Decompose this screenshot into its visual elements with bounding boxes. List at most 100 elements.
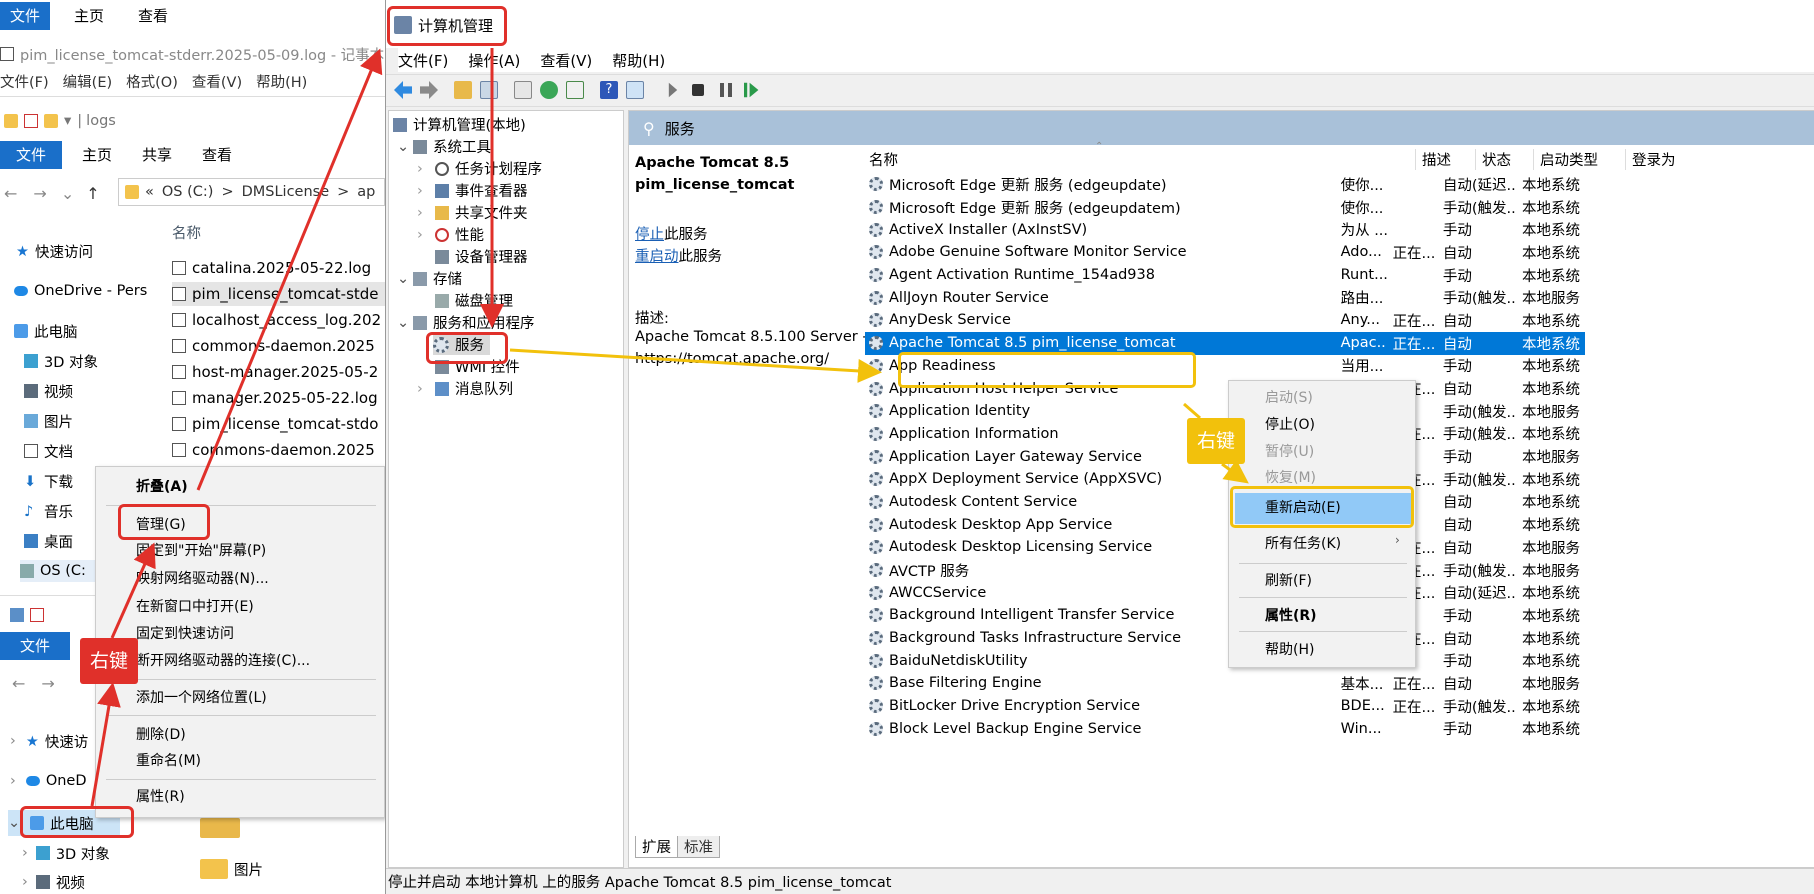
table-row[interactable]: Autodesk Content ServiceAuto...自动本地系统 [865,491,1585,514]
breadcrumb-0[interactable]: « [145,184,154,200]
expand-icon[interactable]: › [22,874,28,890]
list-item[interactable]: catalina.2025-05-22.log [172,256,385,280]
forward-icon[interactable]: → [33,184,46,203]
checkbox-icon[interactable] [30,608,44,622]
menu-all-tasks[interactable]: 所有任务(K) [1229,529,1415,560]
restart-service-icon[interactable] [744,82,759,98]
notepad-menu-file[interactable]: 文件(F) [0,71,49,92]
table-row[interactable]: Background Tasks Infrastructure Service控… [865,627,1585,650]
back-arrow-icon[interactable] [394,81,412,99]
notepad-menu-help[interactable]: 帮助(H) [256,71,307,92]
view-icon[interactable] [626,81,644,99]
nav-documents[interactable]: 文档 [24,440,73,462]
restart-service-link[interactable]: 重启动 [635,249,679,265]
menu-action[interactable]: 操作(A) [468,50,520,71]
collapse-icon[interactable]: ⌄ [8,815,20,831]
dropdown-icon[interactable]: ▾ [64,113,71,129]
table-row[interactable]: Background Intelligent Transfer Service使… [865,604,1585,627]
table-row[interactable]: Microsoft Edge 更新 服务 (edgeupdate) 使你... 自动… [865,173,1585,196]
col-logon-as[interactable]: 登录为 [1626,149,1706,170]
tree-performance[interactable]: › 性能 [417,225,484,245]
tree-task-scheduler[interactable]: › 任务计划程序 [417,159,542,179]
tab-file[interactable]: 文件 [0,2,51,30]
checkbox-icon[interactable] [24,114,38,128]
collapse-icon[interactable]: ⌄ [397,271,413,287]
table-row[interactable]: Microsoft Edge 更新 服务 (edgeupdatem) 使你... 手… [865,196,1585,219]
stop-service-icon[interactable] [692,84,704,96]
address-bar[interactable]: « OS (C:) > DMSLicense > ap [118,178,385,206]
nav-quick-access-2[interactable]: › ★ 快速访 [10,730,88,752]
expand-icon[interactable]: › [417,161,435,177]
table-row[interactable]: Agent Activation Runtime_154ad938 Runt...… [865,264,1585,287]
nav-3d-objects[interactable]: 3D 对象 [24,350,98,372]
refresh-icon[interactable] [540,81,558,99]
tree-event-viewer[interactable]: › 事件查看器 [417,181,528,201]
nav-quick-access[interactable]: ★ 快速访问 [16,240,93,262]
tree-services-apps[interactable]: ⌄ 服务和应用程序 [397,313,535,333]
notepad-menu-edit[interactable]: 编辑(E) [63,71,112,92]
list-item[interactable]: localhost_access_log.202 [172,308,385,332]
table-row[interactable]: AWCCServiceAlien...正在...自动(延迟...本地系统 [865,581,1585,604]
breadcrumb-3[interactable]: ap [357,184,375,200]
tree-root[interactable]: 计算机管理(本地) [393,115,526,135]
nav-pictures[interactable]: 图片 [24,410,73,432]
tab-home[interactable]: 主页 [64,2,114,30]
menu-refresh[interactable]: 刷新(F) [1229,566,1312,597]
expand-icon[interactable]: › [417,381,435,397]
notepad-menu-format[interactable]: 格式(O) [126,71,178,92]
menu-collapse[interactable]: 折叠(A) [96,475,188,499]
col-description[interactable]: 描述 [1416,148,1476,170]
nav-videos-2[interactable]: › 视频 [22,872,85,892]
tree-storage[interactable]: ⌄ 存储 [397,269,462,289]
menu-view[interactable]: 查看(V) [540,50,592,71]
table-row[interactable]: AVCTP 服务这是...正在...手动(触发...本地服务 [865,559,1585,582]
properties-icon[interactable] [514,81,532,99]
expand-icon[interactable]: › [10,773,16,789]
tree-disk-management[interactable]: 磁盘管理 [435,291,513,311]
show-hide-tree-icon[interactable] [480,81,498,99]
collapse-icon[interactable]: ⌄ [397,315,413,331]
nav-music[interactable]: ♪ 音乐 [24,500,73,522]
forward-arrow-icon[interactable] [420,81,438,99]
pause-service-icon[interactable] [720,83,732,97]
table-row[interactable]: AppX Deployment Service (AppXSVC)为部...正在… [865,468,1585,491]
table-row[interactable]: BitLocker Drive Encryption Service BDE...… [865,695,1585,718]
nav-videos[interactable]: 视频 [24,380,73,402]
start-service-icon[interactable] [668,82,678,98]
col-startup-type[interactable]: 启动类型 [1534,148,1626,170]
nav-downloads[interactable]: ⬇ 下载 [24,470,73,492]
stop-service-link[interactable]: 停止 [635,227,664,243]
menu-file[interactable]: 文件(F) [398,50,448,71]
column-header-name[interactable]: 名称 [172,222,201,243]
export-list-icon[interactable] [566,81,584,99]
menu-add-network-location[interactable]: 添加一个网络位置(L) [96,686,267,710]
nav-onedrive[interactable]: OneDrive - Pers [14,280,147,302]
history-chevron-icon[interactable]: ⌄ [61,184,74,203]
up-folder-icon[interactable] [454,81,472,99]
notepad-menu-view[interactable]: 查看(V) [192,71,242,92]
pictures-folder[interactable]: 图片 [200,858,263,880]
expand-icon[interactable]: › [10,733,16,749]
menu-pin-to-start[interactable]: 固定到"开始"屏幕(P) [96,539,266,563]
breadcrumb-1[interactable]: OS (C:) [162,184,214,200]
list-item[interactable]: commons-daemon.2025 [172,438,385,462]
tab-share-2[interactable]: 共享 [132,141,182,169]
nav-desktop[interactable]: 桌面 [24,530,73,552]
nav-this-pc[interactable]: 此电脑 [14,320,78,342]
list-item[interactable]: host-manager.2025-05-2 [172,360,385,384]
list-item[interactable]: pim_license_tomcat-stdo [172,412,385,436]
expand-icon[interactable]: › [417,205,435,221]
tree-message-queue[interactable]: › 消息队列 [417,379,513,399]
expand-icon[interactable]: › [417,183,435,199]
tree-shared-folders[interactable]: › 共享文件夹 [417,203,528,223]
table-row[interactable]: BaiduNetdiskUtility百度...手动本地系统 [865,649,1585,672]
menu-properties-service[interactable]: 属性(R) [1229,601,1317,632]
nav-onedrive-2[interactable]: › OneD [10,770,87,792]
col-name[interactable]: 名称 [865,148,1416,170]
forward-icon[interactable]: → [41,674,54,693]
table-row[interactable]: AllJoyn Router Service 路由... 手动(触发... 本地服务 [865,286,1585,309]
table-row[interactable]: Adobe Genuine Software Monitor Service Ad… [865,241,1585,264]
tab-view[interactable]: 查看 [128,2,178,30]
table-row[interactable]: Block Level Backup Engine Service Win... 手… [865,718,1585,741]
back-icon[interactable]: ← [4,184,17,203]
